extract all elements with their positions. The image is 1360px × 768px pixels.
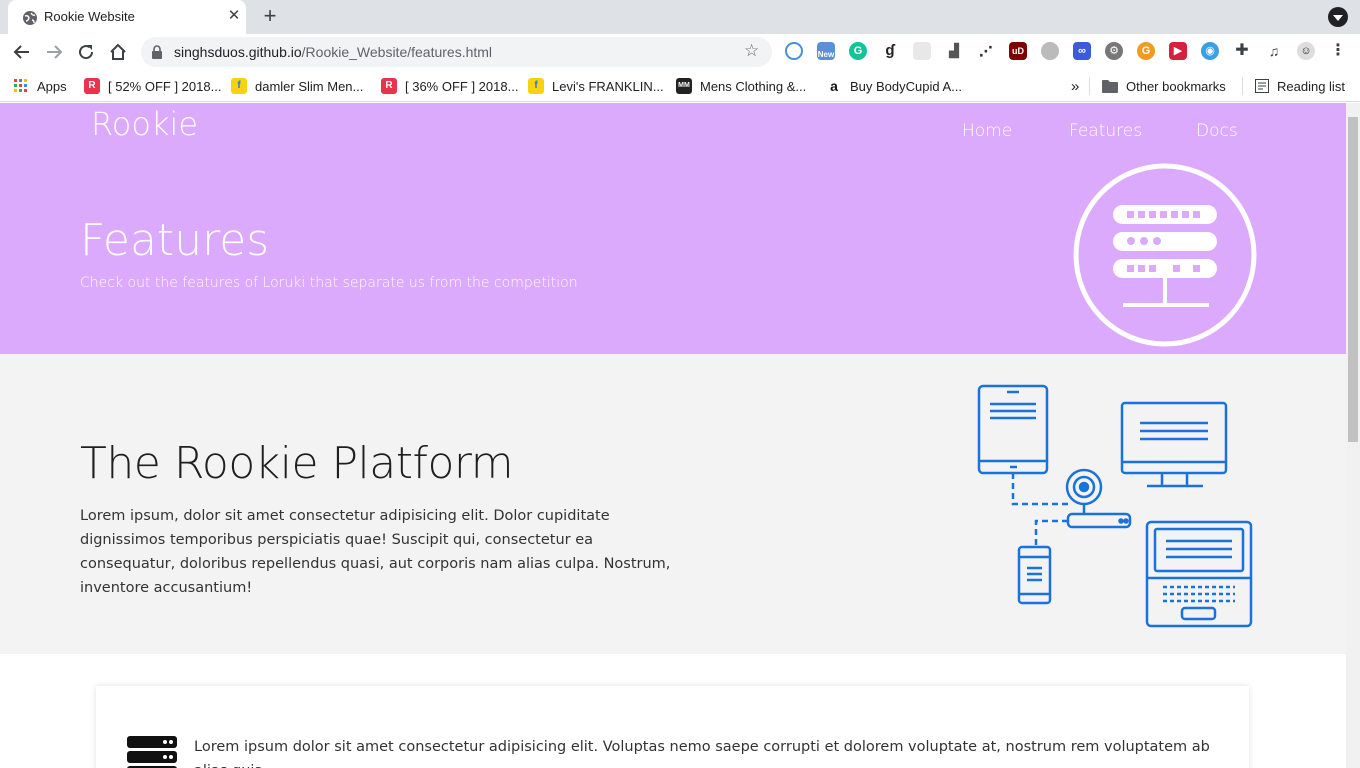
address-bar[interactable]: singhsduos.github.io/Rookie_Website/feat… — [141, 37, 772, 67]
media-control-icon[interactable]: ♫ — [1265, 42, 1283, 60]
profile-avatar-icon[interactable]: ☺ — [1297, 42, 1315, 60]
extension-chart-icon[interactable]: ▟ — [945, 42, 963, 60]
reload-button[interactable] — [72, 38, 100, 66]
bookmark-label: Levi's FRANKLIN... — [552, 78, 664, 94]
platform-description: Lorem ipsum, dolor sit amet consectetur … — [80, 508, 671, 596]
extensions-puzzle-icon[interactable]: ✚ — [1233, 42, 1251, 60]
bookmarks-bar: Apps R [ 52% OFF ] 2018... f damler Slim… — [0, 70, 1360, 102]
bookmark-item[interactable]: MM Mens Clothing &... — [676, 77, 806, 95]
extension-link-icon[interactable]: ∞ — [1073, 42, 1091, 60]
forward-button[interactable] — [40, 38, 68, 66]
extension-g-icon[interactable]: ɠ — [881, 42, 899, 60]
ublock-icon[interactable]: uD — [1009, 42, 1027, 60]
extension-gear-icon[interactable]: ⚙ — [1105, 42, 1123, 60]
bookmark-item[interactable]: f Levi's FRANKLIN... — [528, 77, 664, 95]
tab-search-button[interactable] — [1328, 7, 1348, 27]
url-host: singhsduos.github.io — [174, 44, 302, 60]
hero-title: Features — [80, 215, 270, 266]
bookmark-label: damler Slim Men... — [255, 78, 364, 94]
hero-subtitle: Check out the features of Loruki that se… — [80, 275, 578, 291]
bookmark-item[interactable]: a Buy BodyCupid A... — [826, 77, 962, 95]
folder-icon — [1102, 80, 1118, 93]
flipkart-icon: f — [231, 78, 247, 94]
r-logo-icon: R — [381, 78, 397, 94]
url-path: /Rookie_Website/features.html — [301, 44, 493, 60]
extension-doc-icon[interactable] — [913, 42, 931, 60]
home-button[interactable] — [104, 38, 132, 66]
back-button[interactable] — [8, 38, 36, 66]
amazon-icon: a — [826, 78, 842, 94]
browser-tab[interactable]: Rookie Website ✕ — [8, 0, 246, 34]
page-scrollbar[interactable] — [1346, 103, 1360, 768]
extension-blue-icon[interactable]: ◉ — [1201, 42, 1219, 60]
reading-list-icon — [1255, 79, 1269, 93]
features-cards-section: Lorem ipsum dolor sit amet consectetur a… — [0, 654, 1346, 768]
grammarly-icon[interactable]: G — [849, 42, 867, 60]
extension-circle-icon[interactable] — [785, 42, 803, 60]
tab-title: Rookie Website — [44, 9, 135, 24]
extension-dots-icon[interactable]: ⋰ — [977, 42, 995, 60]
web-page: Rookie Home Features Docs Features Check… — [0, 103, 1346, 768]
home-icon — [110, 43, 126, 60]
server-stack-icon — [127, 736, 177, 768]
reading-list-button[interactable]: Reading list — [1242, 77, 1345, 95]
bookmark-star-icon[interactable]: ☆ — [744, 41, 759, 61]
bookmark-apps[interactable]: Apps — [13, 77, 67, 95]
bookmark-item[interactable]: f damler Slim Men... — [231, 77, 363, 95]
extension-red-icon[interactable]: ▶ — [1169, 42, 1187, 60]
url-text: singhsduos.github.io/Rookie_Website/feat… — [174, 44, 492, 60]
hero-section: Rookie Home Features Docs Features Check… — [0, 103, 1346, 354]
globe-icon — [23, 11, 37, 25]
platform-title: The Rookie Platform — [80, 438, 514, 489]
bookmark-label: Mens Clothing &... — [700, 78, 807, 94]
feature-card: Lorem ipsum dolor sit amet consectetur a… — [96, 686, 1249, 768]
nav-link-home[interactable]: Home — [962, 121, 1012, 141]
bookmark-item[interactable]: R [ 52% OFF ] 2018... — [84, 77, 221, 95]
myntra-icon: MM — [676, 78, 692, 94]
close-tab-icon[interactable]: ✕ — [224, 6, 244, 26]
server-icon — [1073, 163, 1257, 347]
connected-devices-icon — [977, 384, 1253, 628]
extension-new-icon[interactable]: New — [817, 42, 835, 60]
bookmark-item[interactable]: R [ 36% OFF ] 2018... — [381, 77, 518, 95]
nav-link-docs[interactable]: Docs — [1196, 121, 1238, 141]
flipkart-icon: f — [528, 78, 544, 94]
bookmark-label: [ 52% OFF ] 2018... — [108, 78, 222, 94]
new-tab-button[interactable]: + — [258, 5, 282, 29]
bookmark-label: [ 36% OFF ] 2018... — [405, 78, 519, 94]
browser-toolbar: singhsduos.github.io/Rookie_Website/feat… — [0, 34, 1360, 70]
platform-section: The Rookie Platform Lorem ipsum, dolor s… — [0, 354, 1346, 654]
nav-link-features[interactable]: Features — [1069, 121, 1142, 141]
tab-strip: Rookie Website ✕ + — [0, 0, 1360, 34]
bookmark-label: Buy BodyCupid A... — [850, 78, 963, 94]
extension-globe-icon[interactable] — [1041, 42, 1059, 60]
extension-orange-icon[interactable]: G — [1137, 42, 1155, 60]
apps-grid-icon — [13, 78, 29, 94]
bookmark-label: Apps — [37, 78, 67, 94]
reading-list-label: Reading list — [1277, 78, 1345, 94]
bookmarks-overflow-button[interactable]: » — [1071, 77, 1079, 95]
feature-card-text: Lorem ipsum dolor sit amet consectetur a… — [194, 739, 1210, 768]
scrollbar-thumb[interactable] — [1348, 117, 1358, 442]
site-logo[interactable]: Rookie — [91, 105, 198, 143]
reload-icon — [79, 45, 94, 60]
other-bookmarks-folder[interactable]: Other bookmarks — [1089, 77, 1226, 95]
arrow-left-icon — [13, 45, 29, 59]
other-bookmarks-label: Other bookmarks — [1126, 78, 1226, 94]
menu-kebab-icon[interactable]: ⋮ — [1329, 42, 1347, 60]
r-logo-icon: R — [84, 78, 100, 94]
lock-icon — [152, 45, 162, 59]
arrow-right-icon — [47, 45, 63, 59]
